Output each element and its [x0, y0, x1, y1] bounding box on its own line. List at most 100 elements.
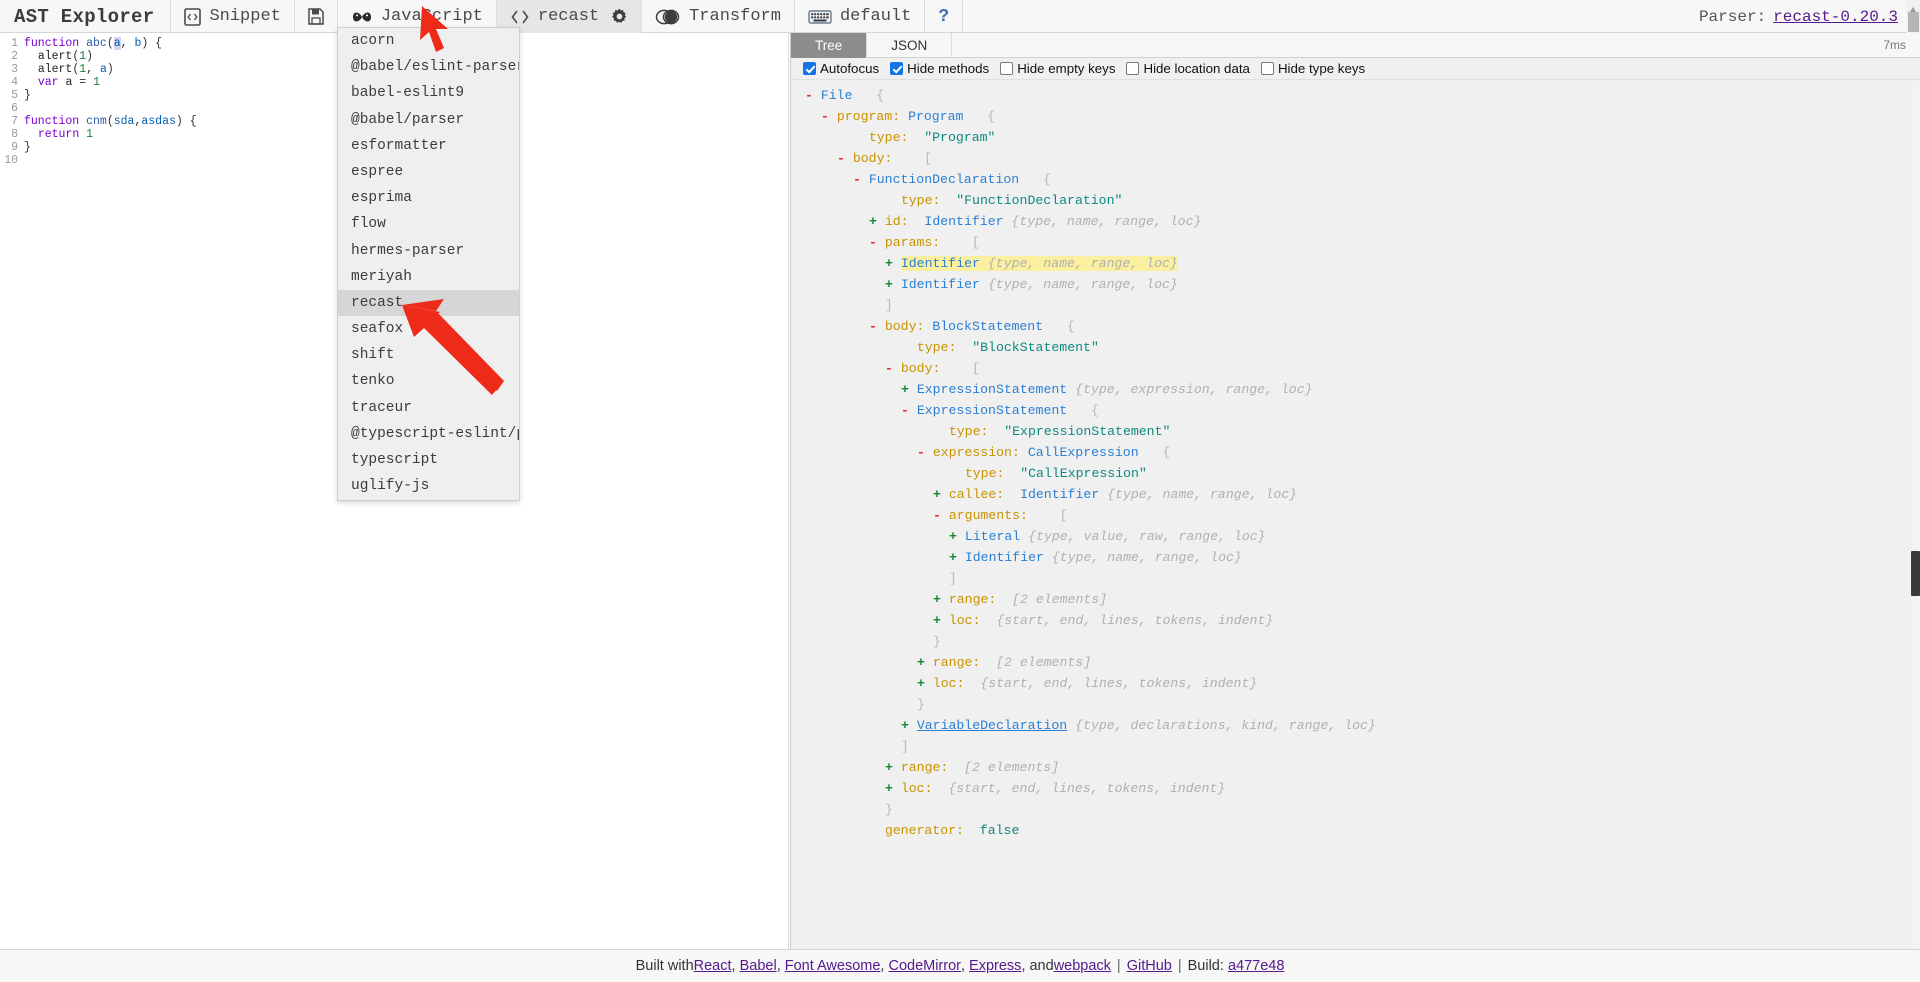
ast-tree-row[interactable]: - expression: CallExpression {	[791, 442, 1920, 463]
ast-tree-row[interactable]: + Literal {type, value, raw, range, loc}	[791, 526, 1920, 547]
parser-option--typescript-eslint-parser[interactable]: @typescript-eslint/parser	[338, 421, 519, 447]
autofocus-checkbox[interactable]	[803, 62, 816, 75]
transform-selector[interactable]: Transform	[642, 0, 795, 33]
ast-tree-row[interactable]: + VariableDeclaration {type, declaration…	[791, 715, 1920, 736]
collapse-toggle-icon[interactable]: -	[853, 172, 869, 187]
parser-option-tenko[interactable]: tenko	[338, 368, 519, 394]
expand-toggle-icon[interactable]: +	[885, 760, 901, 775]
parser-option-hermes-parser[interactable]: hermes-parser	[338, 238, 519, 264]
tab-json[interactable]: JSON	[867, 33, 953, 58]
ast-tree-row[interactable]: type: "BlockStatement"	[791, 337, 1920, 358]
ast-tree-row[interactable]: + ExpressionStatement {type, expression,…	[791, 379, 1920, 400]
expand-toggle-icon[interactable]: +	[949, 550, 965, 565]
ast-tree-row[interactable]: + range: [2 elements]	[791, 589, 1920, 610]
ast-tree-row[interactable]: - program: Program {	[791, 106, 1920, 127]
ast-tree-row[interactable]: - arguments: [	[791, 505, 1920, 526]
collapse-toggle-icon[interactable]: -	[901, 403, 917, 418]
ast-tree-row[interactable]: + callee: Identifier {type, name, range,…	[791, 484, 1920, 505]
parser-option-esformatter[interactable]: esformatter	[338, 133, 519, 159]
hide-methods-checkbox[interactable]	[890, 62, 904, 75]
collapse-toggle-icon[interactable]: -	[933, 508, 949, 523]
keymap-selector[interactable]: default	[795, 0, 926, 33]
parser-dropdown-menu[interactable]: acorn @babel/eslint-parser babel-eslint9 @b…	[337, 27, 520, 501]
ast-tree-row[interactable]: ]	[791, 736, 1920, 757]
ast-tree-row[interactable]: - body: [	[791, 148, 1920, 169]
expand-toggle-icon[interactable]: +	[917, 676, 933, 691]
expand-toggle-icon[interactable]: +	[933, 613, 949, 628]
collapse-toggle-icon[interactable]: -	[837, 151, 853, 166]
ast-tree-row[interactable]: ]	[791, 568, 1920, 589]
ast-tree-row[interactable]: + Identifier {type, name, range, loc}	[791, 547, 1920, 568]
ast-tree-row[interactable]: + loc: {start, end, lines, tokens, inden…	[791, 778, 1920, 799]
collapse-toggle-icon[interactable]: -	[869, 319, 885, 334]
ast-tree-row[interactable]: + range: [2 elements]	[791, 652, 1920, 673]
ast-tree-row[interactable]: - body: [	[791, 358, 1920, 379]
expand-toggle-icon[interactable]: +	[917, 655, 933, 670]
parser-option-esprima[interactable]: esprima	[338, 185, 519, 211]
expand-toggle-icon[interactable]: +	[869, 214, 885, 229]
ast-tree-row[interactable]: - FunctionDeclaration {	[791, 169, 1920, 190]
collapse-toggle-icon[interactable]: -	[917, 445, 933, 460]
ast-tree-row[interactable]: - File {	[791, 85, 1920, 106]
expand-toggle-icon[interactable]: +	[949, 529, 965, 544]
parser-option-uglify-js[interactable]: uglify-js	[338, 473, 519, 499]
parser-option-shift[interactable]: shift	[338, 342, 519, 368]
ast-tree-row[interactable]: - ExpressionStatement {	[791, 400, 1920, 421]
ast-tree-row[interactable]: + Identifier {type, name, range, loc}	[791, 274, 1920, 295]
parser-option-seafox[interactable]: seafox	[338, 316, 519, 342]
ast-tree-row[interactable]: type: "ExpressionStatement"	[791, 421, 1920, 442]
option-hide-type-keys[interactable]: Hide type keys	[1260, 61, 1365, 76]
option-hide-methods[interactable]: Hide methods	[890, 61, 989, 76]
expand-toggle-icon[interactable]: +	[885, 781, 901, 796]
snippet-button[interactable]: Snippet	[171, 0, 295, 33]
expand-toggle-icon[interactable]: +	[901, 382, 917, 397]
option-hide-empty-keys[interactable]: Hide empty keys	[1000, 61, 1115, 76]
expand-toggle-icon[interactable]: +	[901, 718, 917, 733]
ast-tree-row[interactable]: }	[791, 694, 1920, 715]
ast-scrollbar-thumb[interactable]	[1911, 551, 1920, 596]
ast-tree-row[interactable]: generator: false	[791, 820, 1920, 841]
parser-option-flow[interactable]: flow	[338, 211, 519, 237]
ast-tree-row[interactable]: + loc: {start, end, lines, tokens, inden…	[791, 610, 1920, 631]
save-button[interactable]	[295, 0, 338, 33]
parser-option-meriyah[interactable]: meriyah	[338, 264, 519, 290]
ast-tree-row[interactable]: - params: [	[791, 232, 1920, 253]
footer-link-express[interactable]: Express	[969, 958, 1021, 974]
footer-build-hash[interactable]: a477e48	[1228, 958, 1284, 974]
parser-option--babel-parser[interactable]: @babel/parser	[338, 107, 519, 133]
ast-tree-row[interactable]: }	[791, 799, 1920, 820]
tab-tree[interactable]: Tree	[791, 33, 868, 58]
hide-type-keys-checkbox[interactable]	[1260, 62, 1274, 75]
parser-option-acorn[interactable]: acorn	[338, 28, 519, 54]
footer-link-react[interactable]: React	[694, 958, 732, 974]
expand-toggle-icon[interactable]: +	[933, 592, 949, 607]
ast-tree-row[interactable]: }	[791, 631, 1920, 652]
expand-toggle-icon[interactable]: +	[885, 277, 901, 292]
page-scrollbar[interactable]	[1906, 0, 1920, 33]
parser-option--babel-eslint-parser[interactable]: @babel/eslint-parser	[338, 54, 519, 80]
parser-version-link[interactable]: recast-0.20.3	[1773, 8, 1898, 26]
ast-tree-row[interactable]: + Identifier {type, name, range, loc}	[791, 253, 1920, 274]
footer-link-codemirror[interactable]: CodeMirror	[888, 958, 961, 974]
parser-option-babel-eslint9[interactable]: babel-eslint9	[338, 80, 519, 106]
ast-tree-row[interactable]: type: "CallExpression"	[791, 463, 1920, 484]
option-hide-location-data[interactable]: Hide location data	[1126, 61, 1250, 76]
ast-tree-row[interactable]: - body: BlockStatement {	[791, 316, 1920, 337]
gear-icon[interactable]	[611, 8, 628, 25]
parser-option-recast[interactable]: recast	[338, 289, 519, 317]
collapse-toggle-icon[interactable]: -	[885, 361, 901, 376]
ast-tree-row[interactable]: + id: Identifier {type, name, range, loc…	[791, 211, 1920, 232]
ast-tree-row[interactable]: + loc: {start, end, lines, tokens, inden…	[791, 673, 1920, 694]
collapse-toggle-icon[interactable]: -	[869, 235, 885, 250]
parser-option-typescript[interactable]: typescript	[338, 447, 519, 473]
collapse-toggle-icon[interactable]: -	[821, 109, 837, 124]
expand-toggle-icon[interactable]: +	[933, 487, 949, 502]
parser-option-traceur[interactable]: traceur	[338, 395, 519, 421]
footer-link-font-awesome[interactable]: Font Awesome	[785, 958, 881, 974]
ast-tree[interactable]: - File {- program: Program { type: "Prog…	[791, 81, 1920, 949]
ast-tree-row[interactable]: ]	[791, 295, 1920, 316]
help-button[interactable]: ?	[925, 0, 964, 33]
hide-location-data-checkbox[interactable]	[1126, 62, 1140, 75]
collapse-toggle-icon[interactable]: -	[805, 88, 821, 103]
expand-toggle-icon[interactable]: +	[885, 256, 901, 271]
